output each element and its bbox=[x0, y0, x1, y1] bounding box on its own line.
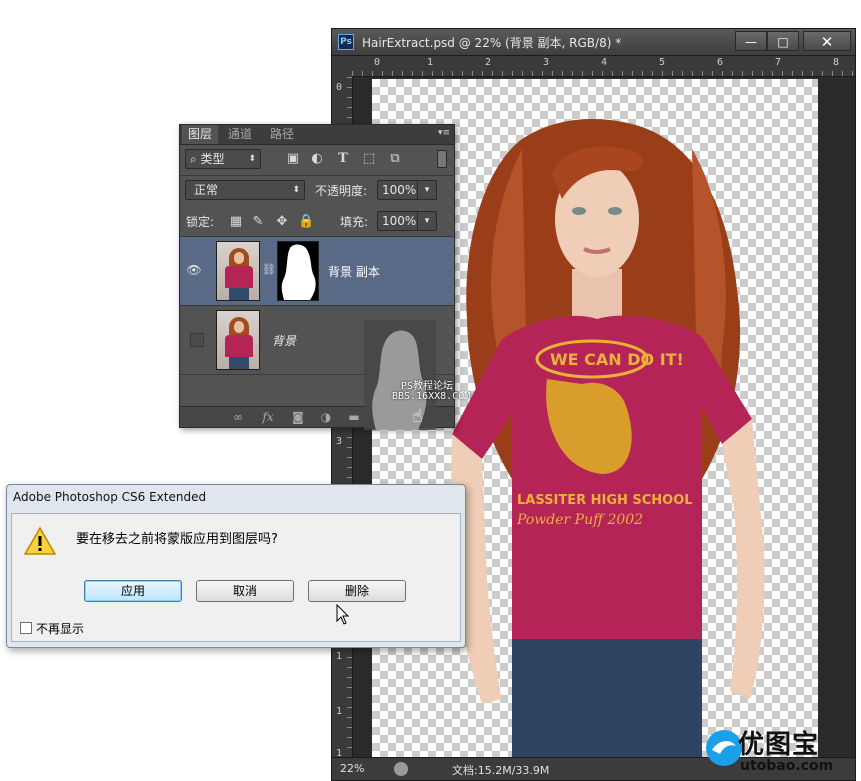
new-group-icon[interactable]: ▬ bbox=[346, 409, 362, 425]
maximize-button[interactable]: □ bbox=[767, 31, 799, 51]
ruler-horizontal[interactable]: 0 1 2 3 4 5 6 7 8 bbox=[352, 56, 855, 77]
filter-toggle-switch[interactable] bbox=[437, 150, 447, 168]
opacity-label: 不透明度: bbox=[315, 184, 368, 198]
apply-mask-dialog: Adobe Photoshop CS6 Extended 要在移去之前将蒙版应用… bbox=[6, 484, 466, 648]
document-titlebar[interactable]: Ps HairExtract.psd @ 22% (背景 副本, RGB/8) … bbox=[332, 29, 855, 56]
zoom-level[interactable]: 22% bbox=[340, 762, 364, 775]
layer-thumbnail[interactable] bbox=[216, 310, 260, 370]
eye-icon[interactable]: 👁 bbox=[186, 263, 202, 277]
tab-channels[interactable]: 通道 bbox=[222, 125, 258, 144]
add-mask-icon[interactable]: ◙ bbox=[290, 409, 306, 425]
opacity-value: 100% bbox=[382, 183, 417, 197]
layer-name[interactable]: 背景 副本 bbox=[328, 263, 380, 280]
svg-text:Powder Puff 2002: Powder Puff 2002 bbox=[516, 512, 643, 528]
ruler-label: 7 bbox=[775, 57, 782, 68]
link-layers-icon[interactable]: ∞ bbox=[230, 409, 246, 425]
document-size-info[interactable]: 文档:15.2M/33.9M bbox=[452, 762, 549, 778]
panel-menu-icon[interactable]: ▾≡ bbox=[438, 128, 450, 138]
image-filter-icon[interactable]: ▣ bbox=[285, 151, 301, 167]
fill-input[interactable]: 100% ▾ bbox=[377, 211, 437, 231]
ruler-label: 8 bbox=[833, 57, 840, 68]
chevron-down-icon[interactable]: ▾ bbox=[417, 212, 436, 230]
search-icon: ⌕ bbox=[190, 152, 201, 166]
watermark-url: BBS.16XX8.COM bbox=[392, 391, 471, 402]
divider bbox=[180, 175, 454, 176]
ruler-label: 1 bbox=[336, 651, 343, 662]
close-button[interactable]: ✕ bbox=[803, 31, 851, 51]
site-logo: 优图宝 utobao.com bbox=[704, 722, 861, 781]
site-logo-name: 优图宝 bbox=[738, 730, 820, 760]
dialog-body: 要在移去之前将蒙版应用到图层吗? 应用 取消 删除 不再显示 bbox=[11, 513, 461, 642]
apply-button[interactable]: 应用 bbox=[84, 580, 182, 602]
ruler-label: 2 bbox=[485, 57, 492, 68]
svg-text:WE CAN DO IT!: WE CAN DO IT! bbox=[550, 350, 684, 369]
document-title: HairExtract.psd @ 22% (背景 副本, RGB/8) * bbox=[362, 36, 622, 50]
ruler-label: 0 bbox=[374, 57, 381, 68]
fill-value: 100% bbox=[382, 214, 417, 228]
dont-show-again-label[interactable]: 不再显示 bbox=[36, 620, 84, 637]
minimize-button[interactable]: — bbox=[735, 31, 767, 51]
lock-move-icon[interactable]: ✥ bbox=[274, 214, 290, 230]
ruler-label: 3 bbox=[336, 436, 343, 447]
visibility-toggle-empty[interactable] bbox=[190, 333, 204, 347]
dialog-message: 要在移去之前将蒙版应用到图层吗? bbox=[76, 532, 278, 547]
panel-tab-bar: 图层 通道 路径 ▾≡ bbox=[180, 125, 454, 145]
ruler-corner[interactable] bbox=[332, 56, 352, 76]
blend-mode-select[interactable]: 正常 ⬍ bbox=[185, 180, 305, 200]
photoshop-logo-icon: Ps bbox=[338, 34, 354, 50]
dragged-mask-ghost bbox=[364, 320, 436, 430]
ruler-label: 0 bbox=[336, 82, 343, 93]
cancel-button[interactable]: 取消 bbox=[196, 580, 294, 602]
lock-brush-icon[interactable]: ✎ bbox=[250, 214, 266, 230]
warning-icon bbox=[24, 526, 56, 555]
ruler-label: 5 bbox=[659, 57, 666, 68]
ruler-label: 6 bbox=[717, 57, 724, 68]
ruler-label: 4 bbox=[601, 57, 608, 68]
layer-thumbnail[interactable] bbox=[216, 241, 260, 301]
link-chain-icon[interactable]: ⛓ bbox=[262, 263, 276, 276]
select-arrow-icon: ⬍ bbox=[248, 154, 256, 164]
layer-row-background-copy[interactable]: 👁 ⛓ 背景 副本 bbox=[180, 237, 454, 306]
layer-name[interactable]: 背景 bbox=[272, 332, 296, 349]
filter-kind-label: 类型 bbox=[200, 152, 225, 166]
mouse-cursor-icon bbox=[336, 604, 350, 625]
chevron-down-icon[interactable]: ▾ bbox=[417, 181, 436, 199]
ruler-label: 1 bbox=[336, 706, 343, 717]
svg-text:LASSITER HIGH SCHOOL: LASSITER HIGH SCHOOL bbox=[517, 493, 693, 508]
layer-mask-thumbnail[interactable] bbox=[277, 241, 319, 301]
hand-cursor-icon: ☝ bbox=[412, 406, 423, 427]
type-filter-icon[interactable]: T bbox=[335, 151, 351, 167]
dialog-title: Adobe Photoshop CS6 Extended bbox=[13, 490, 207, 504]
fill-label: 填充: bbox=[340, 215, 369, 229]
lock-transparency-icon[interactable]: ▦ bbox=[228, 214, 244, 230]
adjustment-layer-icon[interactable]: ◑ bbox=[318, 409, 334, 425]
blend-mode-value: 正常 bbox=[194, 183, 219, 197]
lock-label: 锁定: bbox=[186, 215, 215, 229]
layer-style-fx-icon[interactable]: fx bbox=[260, 409, 276, 425]
tab-layers[interactable]: 图层 bbox=[182, 125, 219, 144]
site-logo-url: utobao.com bbox=[740, 758, 834, 774]
delete-button[interactable]: 删除 bbox=[308, 580, 406, 602]
layer-filter-row: ⌕ 类型 ⬍ ▣ ◐ T ⬚ ⧉ bbox=[185, 149, 451, 171]
select-arrow-icon: ⬍ bbox=[292, 185, 300, 195]
watermark-text: PS教程论坛 bbox=[401, 381, 454, 392]
lock-all-icon[interactable]: 🔒 bbox=[298, 214, 314, 230]
smart-object-filter-icon[interactable]: ⧉ bbox=[387, 151, 403, 167]
adjustment-filter-icon[interactable]: ◐ bbox=[309, 151, 325, 167]
tab-paths[interactable]: 路径 bbox=[264, 125, 300, 144]
dont-show-again-checkbox[interactable] bbox=[20, 622, 32, 634]
shape-filter-icon[interactable]: ⬚ bbox=[361, 151, 377, 167]
ruler-label: 1 bbox=[427, 57, 434, 68]
ruler-label: 3 bbox=[543, 57, 550, 68]
filter-kind-select[interactable]: ⌕ 类型 ⬍ bbox=[185, 149, 261, 169]
opacity-input[interactable]: 100% ▾ bbox=[377, 180, 437, 200]
status-menu-icon[interactable] bbox=[394, 762, 408, 776]
